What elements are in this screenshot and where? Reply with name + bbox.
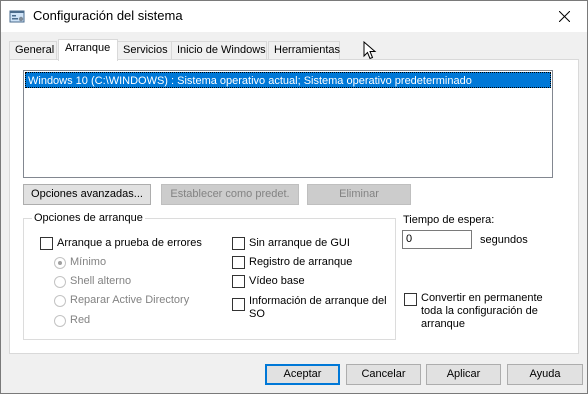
timeout-unit: segundos (480, 234, 528, 246)
os-boot-info-checkbox[interactable]: Información de arranque del SO (232, 295, 392, 321)
boot-log-checkbox[interactable]: Registro de arranque (232, 256, 352, 269)
system-configuration-window: Configuración del sistema General Arranq… (0, 0, 588, 394)
tab-arranque[interactable]: Arranque (58, 39, 118, 61)
arranque-panel: Windows 10 (C:\WINDOWS) : Sistema operat… (9, 59, 579, 354)
radio-shell-alterno-label: Shell alterno (70, 275, 132, 287)
checkbox-box[interactable] (232, 275, 245, 288)
radio-reparar-label: Reparar Active Directory (70, 294, 190, 306)
mouse-pointer-icon (363, 41, 377, 60)
base-video-checkbox[interactable]: Vídeo base (232, 275, 305, 288)
radio-dot[interactable] (54, 314, 66, 327)
boot-options-legend: Opciones de arranque (32, 212, 145, 225)
radio-dot[interactable] (54, 294, 66, 307)
make-permanent-checkbox[interactable]: Convertir en permanente toda la configur… (404, 292, 554, 331)
tab-general[interactable]: General (9, 41, 57, 60)
checkbox-box[interactable] (232, 237, 245, 250)
radio-shell-alterno[interactable]: Shell alterno (54, 275, 131, 288)
checkbox-box[interactable] (40, 237, 53, 250)
checkbox-box[interactable] (232, 298, 245, 311)
help-button[interactable]: Ayuda (507, 364, 583, 385)
cancel-button[interactable]: Cancelar (346, 364, 421, 385)
timeout-label: Tiempo de espera: (403, 214, 495, 226)
radio-dot[interactable] (54, 256, 66, 269)
close-icon (558, 10, 570, 22)
radio-red-label: Red (70, 314, 91, 326)
os-boot-info-label: Información de arranque del SO (249, 295, 387, 320)
boot-os-list[interactable]: Windows 10 (C:\WINDOWS) : Sistema operat… (23, 70, 553, 178)
boot-options-group: Opciones de arranque Arranque a prueba d… (23, 212, 396, 340)
delete-button[interactable]: Eliminar (307, 184, 411, 205)
ok-button[interactable]: Aceptar (265, 364, 340, 385)
advanced-options-button[interactable]: Opciones avanzadas... (23, 184, 151, 205)
msconfig-icon (9, 9, 25, 25)
window-title: Configuración del sistema (33, 8, 183, 23)
boot-os-list-item[interactable]: Windows 10 (C:\WINDOWS) : Sistema operat… (25, 72, 551, 88)
safe-boot-checkbox[interactable]: Arranque a prueba de errores (40, 237, 202, 250)
close-button[interactable] (541, 1, 587, 31)
apply-button[interactable]: Aplicar (426, 364, 501, 385)
checkbox-box[interactable] (404, 293, 417, 306)
timeout-input[interactable]: 0 (402, 230, 472, 249)
tab-inicio-de-windows[interactable]: Inicio de Windows (171, 41, 267, 60)
no-gui-label: Sin arranque de GUI (249, 237, 350, 249)
base-video-label: Vídeo base (249, 275, 305, 287)
radio-reparar-active-directory[interactable]: Reparar Active Directory (54, 294, 189, 307)
radio-minimo-label: Mínimo (70, 256, 107, 268)
radio-minimo[interactable]: Mínimo (54, 256, 106, 269)
set-default-button[interactable]: Establecer como predet. (161, 184, 299, 205)
tab-strip: General Arranque Servicios Inicio de Win… (9, 39, 569, 61)
radio-red[interactable]: Red (54, 314, 90, 327)
checkbox-box[interactable] (232, 256, 245, 269)
safe-boot-label: Arranque a prueba de errores (57, 237, 202, 249)
tab-servicios[interactable]: Servicios (117, 41, 175, 60)
tab-herramientas[interactable]: Herramientas (268, 41, 340, 60)
make-permanent-label: Convertir en permanente toda la configur… (421, 292, 543, 330)
boot-log-label: Registro de arranque (249, 256, 353, 268)
no-gui-checkbox[interactable]: Sin arranque de GUI (232, 237, 350, 250)
radio-dot[interactable] (54, 275, 66, 288)
title-bar: Configuración del sistema (1, 1, 587, 32)
